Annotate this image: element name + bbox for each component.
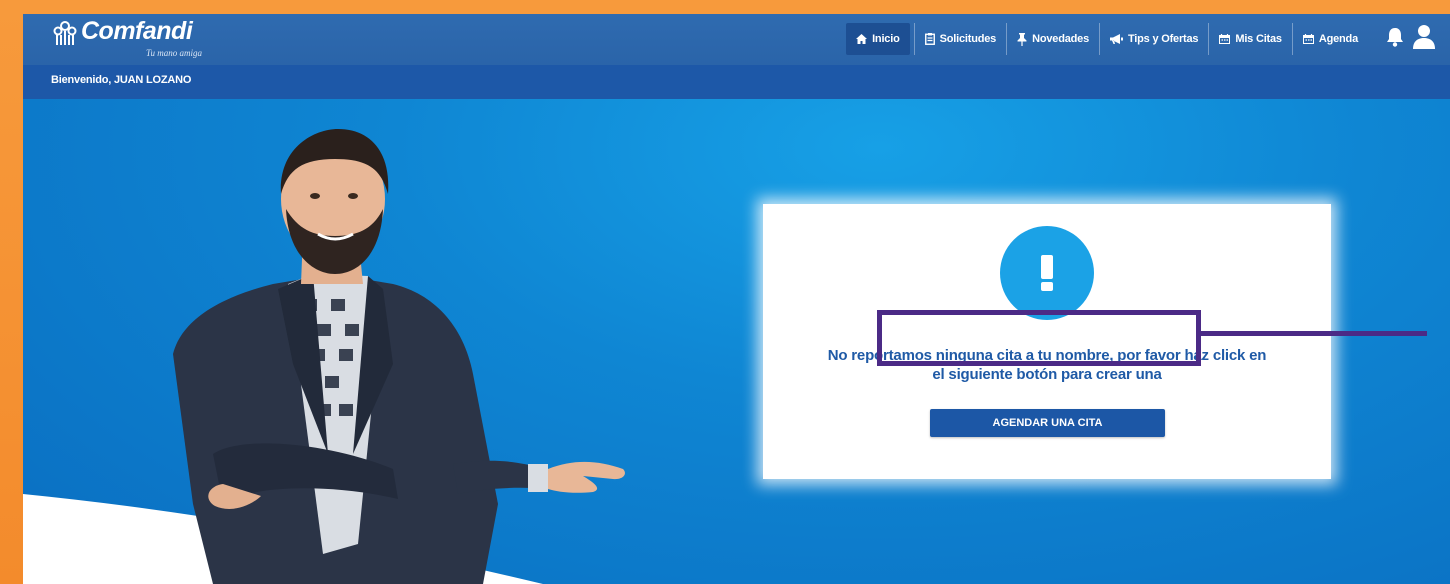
main-nav: Inicio Solicitudes Novedades Tips y Ofer… <box>846 23 1368 55</box>
home-icon <box>856 34 868 44</box>
bell-icon[interactable] <box>1384 26 1406 48</box>
nav-item-label: Agenda <box>1318 33 1358 45</box>
presenter-illustration <box>173 129 625 584</box>
welcome-bar: Bienvenido, JUAN LOZANO <box>23 65 1450 99</box>
highlight-pointer-line <box>1196 331 1427 336</box>
megaphone-icon <box>1109 34 1123 44</box>
exclamation-glyph-icon <box>1041 255 1053 291</box>
nav-item-label: Novedades <box>1032 33 1089 45</box>
brand-name: Comfandi <box>81 17 193 45</box>
nav-item-label: Tips y Ofertas <box>1127 33 1199 45</box>
nav-item-tips-ofertas[interactable]: Tips y Ofertas <box>1098 23 1208 55</box>
comfandi-logo-icon <box>53 21 77 45</box>
message-line-2: el siguiente botón para crear una <box>932 366 1162 383</box>
highlight-box <box>877 310 1201 366</box>
schedule-appointment-button[interactable]: AGENDAR UNA CITA <box>930 409 1165 437</box>
nav-item-label: Inicio <box>872 33 900 45</box>
navbar-right-icons <box>1384 24 1436 50</box>
hero-section: No reportamos ninguna cita a tu nombre, … <box>23 99 1450 584</box>
top-navbar: Comfandi Tu mano amiga Inicio Solicitude… <box>23 14 1450 65</box>
welcome-text: Bienvenido, JUAN LOZANO <box>51 74 192 86</box>
nav-item-label: Solicitudes <box>939 33 997 45</box>
brand-logo[interactable]: Comfandi Tu mano amiga <box>51 17 231 63</box>
nav-item-novedades[interactable]: Novedades <box>1006 23 1099 55</box>
brand-tagline: Tu mano amiga <box>146 48 203 58</box>
nav-item-solicitudes[interactable]: Solicitudes <box>913 23 1006 55</box>
calendar-icon <box>1219 34 1231 44</box>
screenshot-frame: Comfandi Tu mano amiga Inicio Solicitude… <box>0 0 1450 584</box>
user-icon[interactable] <box>1412 24 1436 50</box>
calendar-icon <box>1302 34 1314 44</box>
app-window: Comfandi Tu mano amiga Inicio Solicitude… <box>23 14 1450 584</box>
nav-item-mis-citas[interactable]: Mis Citas <box>1208 23 1292 55</box>
clipboard-icon <box>924 33 935 45</box>
nav-item-label: Mis Citas <box>1235 33 1282 45</box>
nav-item-agenda[interactable]: Agenda <box>1291 23 1368 55</box>
nav-item-inicio[interactable]: Inicio <box>846 23 910 55</box>
pin-icon <box>1017 32 1027 46</box>
exclamation-icon <box>1000 226 1094 320</box>
